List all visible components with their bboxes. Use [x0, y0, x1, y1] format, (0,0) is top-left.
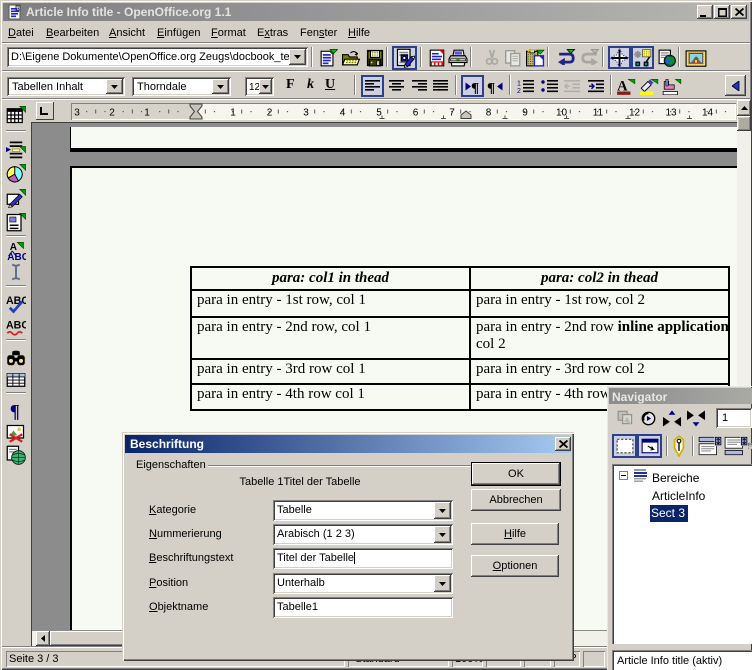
svg-text:9: 9	[522, 108, 528, 119]
svg-text:1: 1	[517, 80, 521, 87]
svg-text:¶: ¶	[487, 80, 495, 94]
svg-text:3: 3	[74, 108, 80, 119]
svg-text:¶: ¶	[10, 402, 20, 421]
svg-text:2: 2	[109, 108, 115, 119]
svg-text:12: 12	[629, 108, 641, 119]
svg-text:10: 10	[556, 108, 568, 119]
svg-text:ABC: ABC	[6, 295, 26, 307]
svg-text:7: 7	[449, 108, 455, 119]
svg-text:2: 2	[267, 108, 273, 119]
svg-text:5: 5	[376, 108, 382, 119]
svg-text:ABC: ABC	[6, 319, 26, 331]
svg-text:4: 4	[340, 108, 346, 119]
svg-text:6: 6	[413, 108, 419, 119]
svg-text:3: 3	[303, 108, 309, 119]
svg-text:14: 14	[702, 108, 714, 119]
svg-text:1: 1	[144, 108, 150, 119]
svg-text:8: 8	[486, 108, 492, 119]
svg-text:2: 2	[517, 88, 521, 94]
svg-text:13: 13	[665, 108, 677, 119]
svg-text:1: 1	[230, 108, 236, 119]
svg-text:11: 11	[593, 108, 604, 119]
svg-text:¶: ¶	[471, 80, 479, 94]
